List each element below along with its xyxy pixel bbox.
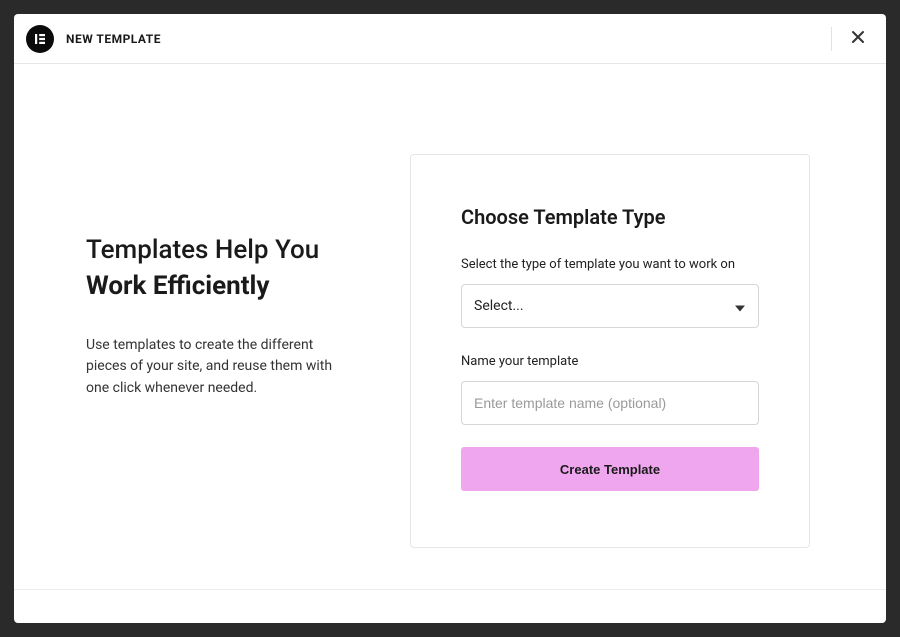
intro-headline-line1: Templates Help You bbox=[86, 232, 370, 268]
template-type-selected-value: Select... bbox=[474, 298, 524, 314]
modal-footer bbox=[14, 589, 886, 623]
close-icon bbox=[850, 29, 866, 48]
header-left: NEW TEMPLATE bbox=[26, 25, 161, 53]
template-name-label: Name your template bbox=[461, 354, 759, 369]
header-divider bbox=[831, 27, 832, 51]
new-template-modal: NEW TEMPLATE Templates Help You Work Eff… bbox=[14, 14, 886, 623]
template-name-input[interactable] bbox=[461, 381, 759, 425]
template-type-label: Select the type of template you want to … bbox=[461, 257, 759, 272]
intro-description: Use templates to create the different pi… bbox=[86, 335, 338, 400]
modal-header: NEW TEMPLATE bbox=[14, 14, 886, 64]
template-type-select[interactable]: Select... bbox=[461, 284, 759, 328]
create-template-button[interactable]: Create Template bbox=[461, 447, 759, 491]
close-button[interactable] bbox=[846, 25, 870, 52]
modal-title: NEW TEMPLATE bbox=[66, 32, 161, 46]
template-type-select-wrap: Select... bbox=[461, 284, 759, 328]
elementor-logo-icon bbox=[26, 25, 54, 53]
modal-body-inner: Templates Help You Work Efficiently Use … bbox=[14, 154, 886, 548]
header-right bbox=[831, 25, 870, 52]
template-form-card: Choose Template Type Select the type of … bbox=[410, 154, 810, 548]
form-title: Choose Template Type bbox=[461, 205, 759, 229]
intro-headline: Templates Help You Work Efficiently bbox=[86, 232, 370, 305]
intro-column: Templates Help You Work Efficiently Use … bbox=[86, 154, 370, 548]
modal-body: Templates Help You Work Efficiently Use … bbox=[14, 64, 886, 589]
form-column: Choose Template Type Select the type of … bbox=[410, 154, 810, 548]
intro-headline-line2: Work Efficiently bbox=[86, 268, 370, 304]
